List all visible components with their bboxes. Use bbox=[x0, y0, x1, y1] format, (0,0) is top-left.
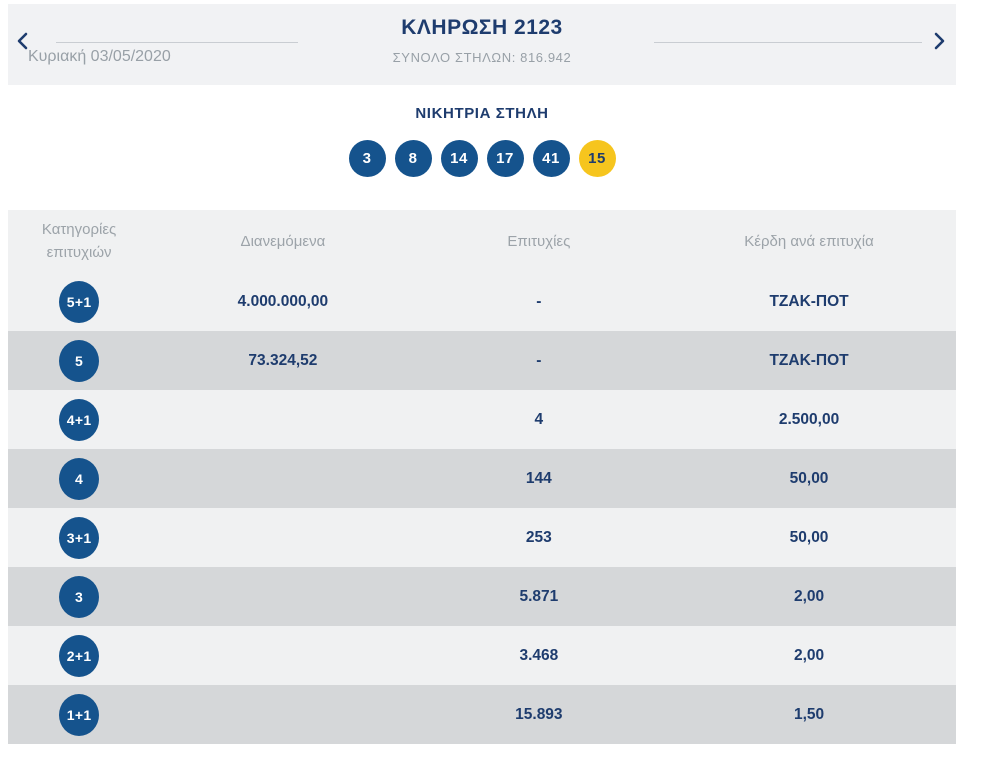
column-header-prize: Κέρδη ανά επιτυχία bbox=[662, 210, 956, 272]
divider-line-right bbox=[654, 42, 922, 43]
distributed-cell bbox=[150, 390, 416, 449]
winners-cell: 144 bbox=[415, 449, 663, 508]
category-badge: 3 bbox=[59, 575, 100, 618]
winners-cell: 4 bbox=[415, 390, 663, 449]
divider-line-left bbox=[56, 42, 298, 43]
bonus-number-ball: 15 bbox=[578, 140, 616, 177]
winning-number-ball: 41 bbox=[532, 140, 570, 177]
table-row: 2+1 3.468 2,00 bbox=[8, 626, 956, 685]
table-row: 1+1 15.893 1,50 bbox=[8, 685, 956, 744]
category-badge: 4 bbox=[59, 457, 100, 500]
prize-cell: 2,00 bbox=[662, 626, 956, 685]
table-row: 5 73.324,52 - ΤΖΑΚ-ΠΟΤ bbox=[8, 331, 956, 390]
winners-cell: - bbox=[415, 331, 663, 390]
category-badge: 5+1 bbox=[59, 280, 100, 323]
winning-number-ball: 3 bbox=[348, 140, 386, 177]
distributed-cell bbox=[150, 567, 416, 626]
category-badge: 3+1 bbox=[59, 516, 100, 559]
column-header-winners: Επιτυχίες bbox=[415, 210, 663, 272]
chevron-right-icon bbox=[931, 31, 947, 51]
table-row: 4 144 50,00 bbox=[8, 449, 956, 508]
prize-cell: 2.500,00 bbox=[662, 390, 956, 449]
category-badge: 4+1 bbox=[59, 398, 100, 441]
category-badge: 1+1 bbox=[59, 693, 100, 736]
distributed-cell: 73.324,52 bbox=[150, 331, 416, 390]
winning-column-label: ΝΙΚΗΤΡΙΑ ΣΤΗΛΗ bbox=[415, 105, 549, 122]
prize-cell: ΤΖΑΚ-ΠΟΤ bbox=[662, 331, 956, 390]
winners-cell: - bbox=[415, 272, 663, 331]
winning-number-ball: 17 bbox=[486, 140, 524, 177]
winners-cell: 253 bbox=[415, 508, 663, 567]
distributed-cell bbox=[150, 508, 416, 567]
table-row: 3 5.871 2,00 bbox=[8, 567, 956, 626]
distributed-cell bbox=[150, 626, 416, 685]
draw-title: ΚΛΗΡΩΣΗ 2123 bbox=[401, 16, 563, 39]
draw-header: ΚΛΗΡΩΣΗ 2123 ΣΥΝΟΛΟ ΣΤΗΛΩΝ: 816.942 Κυρι… bbox=[8, 4, 956, 85]
table-row: 3+1 253 50,00 bbox=[8, 508, 956, 567]
winning-numbers: 3 8 14 17 41 15 bbox=[8, 140, 956, 177]
distributed-cell bbox=[150, 685, 416, 744]
category-badge: 2+1 bbox=[59, 634, 100, 677]
draw-date: Κυριακή 03/05/2020 bbox=[28, 48, 171, 65]
prize-cell: 50,00 bbox=[662, 449, 956, 508]
winning-number-ball: 8 bbox=[394, 140, 432, 177]
table-row: 5+1 4.000.000,00 - ΤΖΑΚ-ΠΟΤ bbox=[8, 272, 956, 331]
winners-cell: 3.468 bbox=[415, 626, 663, 685]
draw-results-page: ΚΛΗΡΩΣΗ 2123 ΣΥΝΟΛΟ ΣΤΗΛΩΝ: 816.942 Κυρι… bbox=[0, 4, 993, 769]
winners-cell: 15.893 bbox=[415, 685, 663, 744]
next-draw-button[interactable] bbox=[926, 28, 952, 54]
column-header-categories: Κατηγορίες επιτυχιών bbox=[8, 210, 151, 272]
prize-cell: ΤΖΑΚ-ΠΟΤ bbox=[662, 272, 956, 331]
distributed-cell: 4.000.000,00 bbox=[150, 272, 416, 331]
prize-categories-table: Κατηγορίες επιτυχιών Διανεμόμενα Επιτυχί… bbox=[8, 210, 956, 744]
prize-cell: 1,50 bbox=[662, 685, 956, 744]
table-header-row: Κατηγορίες επιτυχιών Διανεμόμενα Επιτυχί… bbox=[8, 210, 956, 272]
prize-cell: 2,00 bbox=[662, 567, 956, 626]
distributed-cell bbox=[150, 449, 416, 508]
prize-cell: 50,00 bbox=[662, 508, 956, 567]
winners-cell: 5.871 bbox=[415, 567, 663, 626]
winning-number-ball: 14 bbox=[440, 140, 478, 177]
category-badge: 5 bbox=[59, 339, 100, 382]
table-row: 4+1 4 2.500,00 bbox=[8, 390, 956, 449]
column-header-distributed: Διανεμόμενα bbox=[150, 210, 416, 272]
